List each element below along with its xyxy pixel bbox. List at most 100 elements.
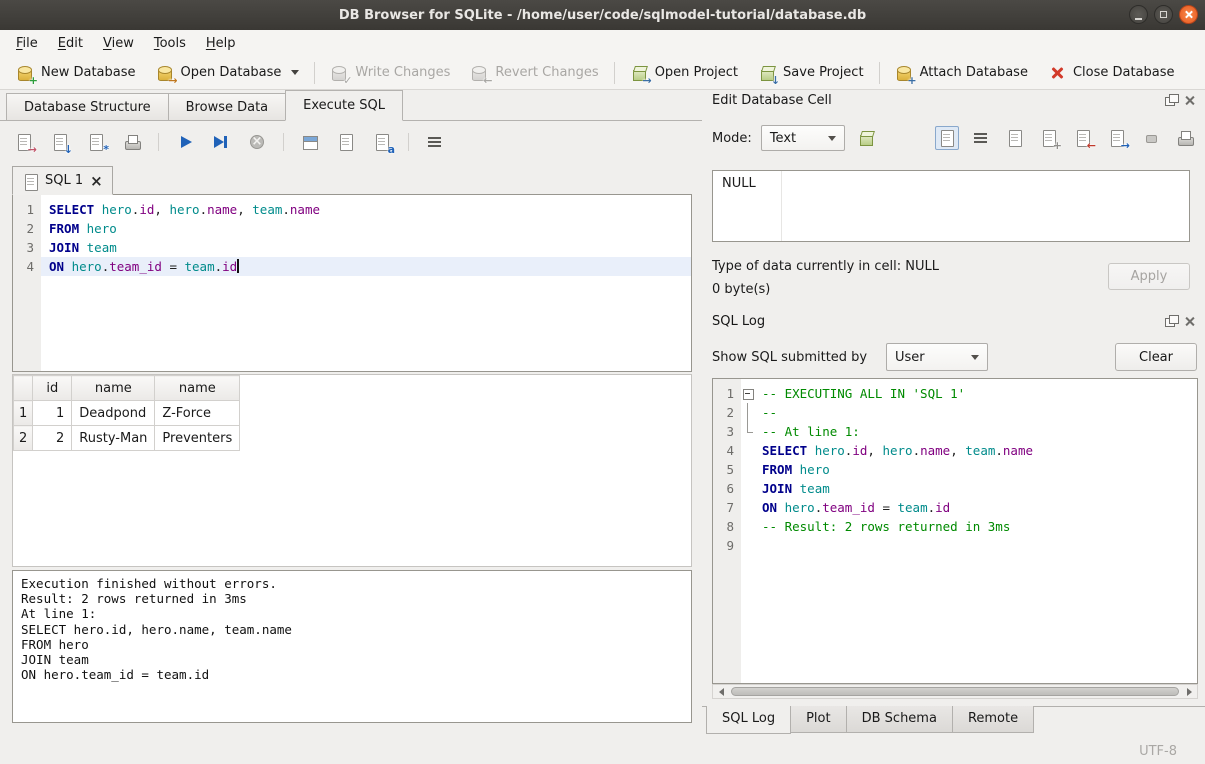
open-project-button[interactable]: →Open Project	[620, 59, 748, 87]
results-table: idnamename11DeadpondZ-Force22Rusty-ManPr…	[13, 375, 240, 451]
open-sql-file-button[interactable]: →	[12, 130, 36, 154]
clear-log-button[interactable]: Clear	[1115, 343, 1197, 371]
import-icon: ←	[1074, 129, 1092, 147]
column-header-name-2[interactable]: name	[155, 376, 240, 401]
word-wrap-button[interactable]	[423, 130, 447, 154]
copy-button[interactable]	[1003, 126, 1027, 150]
toolbar-label: Write Changes	[355, 65, 450, 80]
save-sql-as-button[interactable]: *	[84, 130, 108, 154]
toolbar-label: Close Database	[1073, 65, 1175, 80]
open-project-icon: →	[630, 64, 648, 82]
menu-help[interactable]: Help	[196, 32, 246, 55]
text-mode-icon	[938, 129, 956, 147]
save-sql-file-button[interactable]: ↓	[48, 130, 72, 154]
bottom-tab-plot[interactable]: Plot	[790, 706, 847, 733]
stop-button[interactable]	[245, 130, 269, 154]
row-header[interactable]: 2	[14, 426, 33, 451]
export-results-button[interactable]	[298, 130, 322, 154]
cell[interactable]: 1	[33, 401, 72, 426]
menu-file[interactable]: File	[6, 32, 48, 55]
print-sql-button[interactable]	[120, 130, 144, 154]
close-panel-icon[interactable]	[1183, 93, 1197, 107]
new-database-button[interactable]: +New Database	[6, 59, 146, 87]
edit-cell-title: Edit Database Cell	[712, 93, 832, 108]
cell-type-text: Type of data currently in cell: NULL	[712, 259, 939, 274]
code-line-2: 2FROM hero	[13, 219, 691, 238]
open-database-button[interactable]: →Open Database	[146, 59, 310, 87]
fold-column	[741, 441, 754, 460]
menu-edit[interactable]: Edit	[48, 32, 93, 55]
maximize-button[interactable]	[1154, 5, 1173, 24]
status-bar: UTF-8	[0, 738, 1205, 764]
mode-value: Text	[770, 131, 796, 146]
format-sql-button[interactable]: a	[370, 130, 394, 154]
bottom-tab-remote[interactable]: Remote	[952, 706, 1034, 733]
copy-icon	[1006, 129, 1024, 147]
tab-browse-data[interactable]: Browse Data	[168, 93, 287, 121]
submitter-select[interactable]: User	[886, 343, 988, 371]
save-project-button[interactable]: ↓Save Project	[748, 59, 874, 87]
print-icon	[1176, 129, 1194, 147]
write-changes-button[interactable]: ✓Write Changes	[320, 59, 460, 87]
tab-execute-sql[interactable]: Execute SQL	[285, 90, 403, 121]
text-mode-button[interactable]	[935, 126, 959, 150]
cell-editor[interactable]: NULL	[712, 170, 1190, 242]
menu-bar: FileEditViewToolsHelp	[0, 30, 1205, 56]
corner-header[interactable]	[14, 376, 33, 401]
row-header[interactable]: 1	[14, 401, 33, 426]
sql-editor[interactable]: 1SELECT hero.id, hero.name, team.name2FR…	[12, 194, 692, 372]
export-button[interactable]: →	[1105, 126, 1129, 150]
attach-database-button[interactable]: +Attach Database	[885, 59, 1038, 87]
mode-select[interactable]: Text	[761, 125, 845, 151]
toolbar-label: Attach Database	[920, 65, 1028, 80]
edit-cell-header: Edit Database Cell	[712, 93, 1199, 113]
scroll-left-button[interactable]	[713, 685, 729, 698]
execute-current-line-button[interactable]	[209, 130, 233, 154]
menu-view[interactable]: View	[93, 32, 144, 55]
set-null-button[interactable]	[1139, 126, 1163, 150]
cell[interactable]: Z-Force	[155, 401, 240, 426]
float-log-panel-icon[interactable]	[1164, 314, 1178, 328]
fold-marker-icon[interactable]	[741, 384, 754, 403]
sql-tab[interactable]: SQL 1 ×	[12, 166, 113, 195]
cell[interactable]: Rusty-Man	[72, 426, 155, 451]
cell[interactable]: Preventers	[155, 426, 240, 451]
auto-switch-mode-button[interactable]	[854, 126, 878, 150]
title-bar[interactable]: DB Browser for SQLite - /home/user/code/…	[0, 0, 1205, 30]
cell[interactable]: 2	[33, 426, 72, 451]
minimize-button[interactable]	[1129, 5, 1148, 24]
close-log-panel-icon[interactable]	[1183, 314, 1197, 328]
execute-all-icon	[176, 133, 194, 151]
word-wrap-button[interactable]	[969, 126, 993, 150]
sql-log-header: SQL Log	[712, 314, 1199, 334]
new-sql-tab-button[interactable]	[334, 130, 358, 154]
close-sql-tab-icon[interactable]: ×	[90, 174, 103, 188]
print-button[interactable]	[1173, 126, 1197, 150]
column-header-id-0[interactable]: id	[33, 376, 72, 401]
scroll-right-button[interactable]	[1181, 685, 1197, 698]
tab-database-structure[interactable]: Database Structure	[6, 93, 169, 121]
word-wrap-icon	[426, 133, 444, 151]
paste-button[interactable]: +	[1037, 126, 1061, 150]
execute-all-button[interactable]	[173, 130, 197, 154]
apply-button[interactable]: Apply	[1108, 263, 1190, 290]
close-database-button[interactable]: Close Database	[1038, 59, 1185, 87]
sql-log-view[interactable]: 1-- EXECUTING ALL IN 'SQL 1'2--3-- At li…	[712, 378, 1198, 684]
horizontal-scrollbar[interactable]	[712, 684, 1198, 699]
paste-icon: +	[1040, 129, 1058, 147]
column-header-name-1[interactable]: name	[72, 376, 155, 401]
bottom-tab-sql-log[interactable]: SQL Log	[706, 706, 791, 734]
format-sql-icon: a	[373, 133, 391, 151]
import-button[interactable]: ←	[1071, 126, 1095, 150]
sql-log-title: SQL Log	[712, 314, 765, 329]
revert-changes-button[interactable]: ←Revert Changes	[460, 59, 608, 87]
close-window-button[interactable]	[1179, 5, 1198, 24]
auto-switch-mode-icon	[857, 129, 875, 147]
scrollbar-thumb[interactable]	[731, 687, 1179, 696]
menu-tools[interactable]: Tools	[144, 32, 196, 55]
export-results-icon	[301, 133, 319, 151]
bottom-tab-db-schema[interactable]: DB Schema	[846, 706, 953, 733]
cell[interactable]: Deadpond	[72, 401, 155, 426]
float-panel-icon[interactable]	[1164, 93, 1178, 107]
save-sql-as-icon: *	[87, 133, 105, 151]
